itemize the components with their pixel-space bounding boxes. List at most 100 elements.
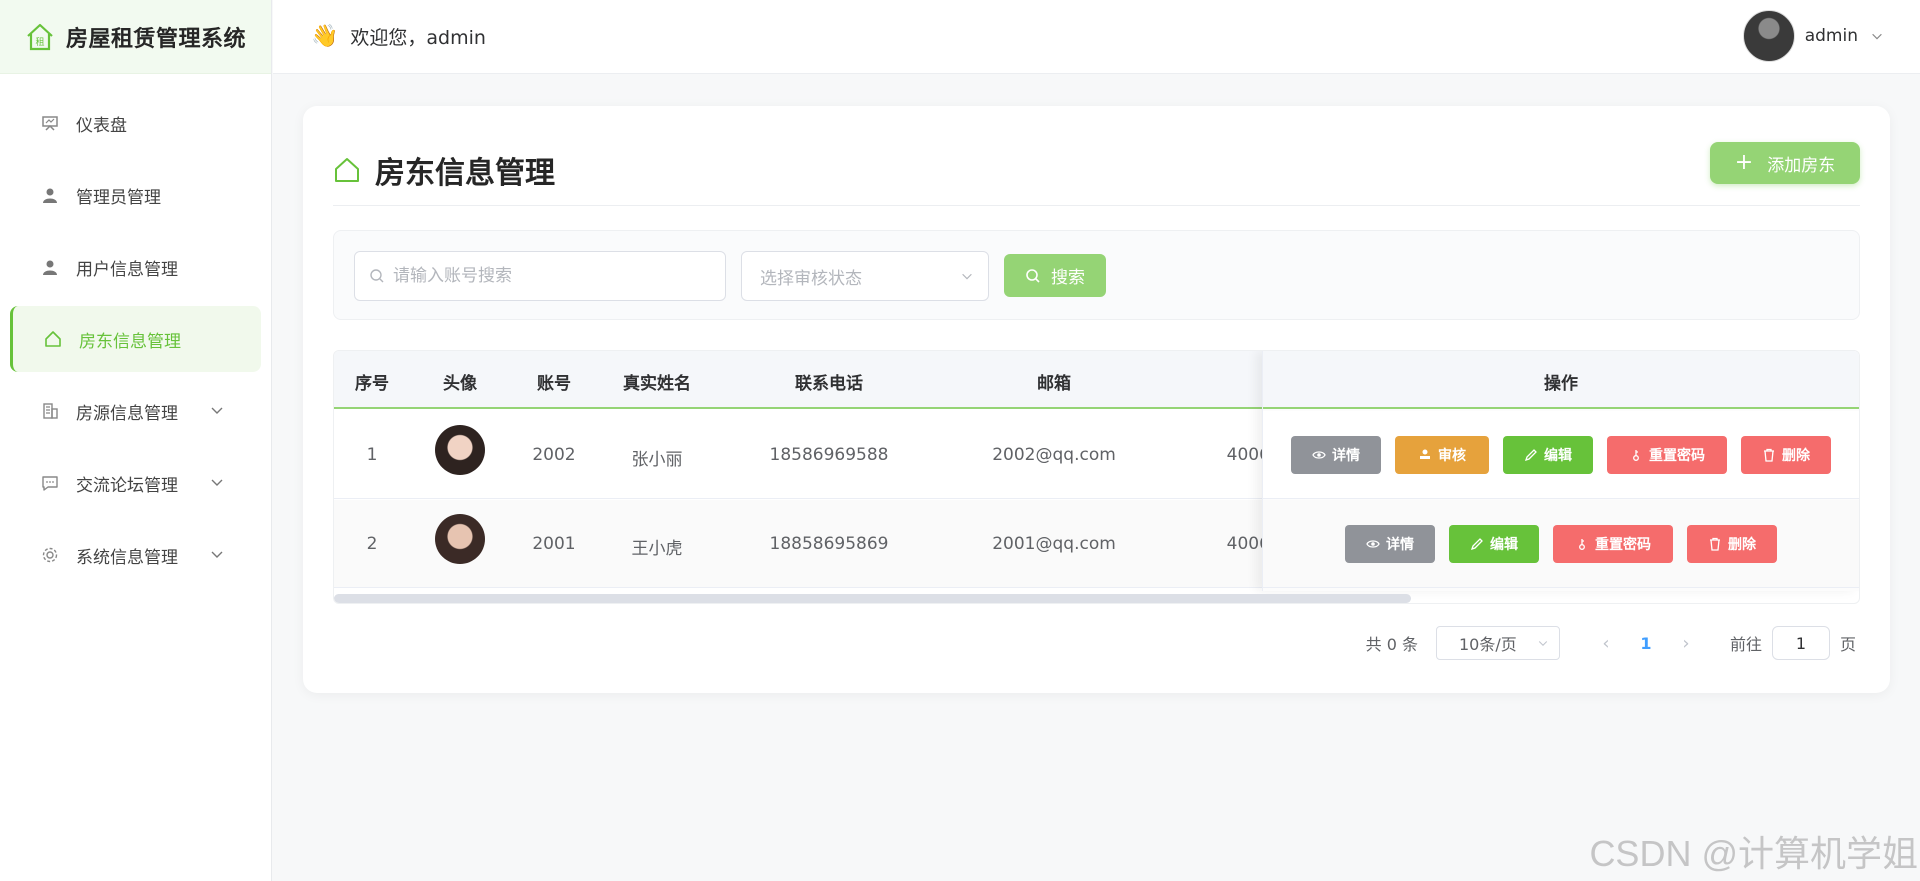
cell-name: 张小丽 [631,450,683,470]
sidebar-item-label: 房源信息管理 [76,403,178,424]
delete-label: 删除 [1782,447,1810,464]
building-icon [40,401,60,421]
sidebar-item-label: 用户信息管理 [76,259,178,280]
row-actions: 详情 审核 编辑 重置密码 删除 [1263,411,1859,499]
delete-label: 删除 [1728,536,1756,553]
horizontal-scrollbar[interactable] [334,594,1411,603]
edit-button[interactable]: 编辑 [1503,435,1593,474]
column-header: 联系电话 [795,374,863,394]
column-header: 序号 [355,374,389,394]
actions-header: 操作 [1263,351,1859,409]
avatar [435,514,485,564]
house-icon [43,329,63,349]
total-count: 共 0 条 [1365,635,1418,654]
detail-label: 详情 [1386,536,1414,553]
page-title: 房东信息管理 [375,155,555,191]
edit-button[interactable]: 编辑 [1449,524,1539,563]
delete-button[interactable]: 删除 [1741,435,1831,474]
pagination: 共 0 条 10条/页 ‹ 1 › 前往 页 [1366,626,1856,660]
goto-page-input[interactable] [1771,626,1830,660]
watermark: CSDN @计算机学姐 [1589,833,1918,874]
pencil-icon [1470,537,1484,551]
reset-password-button[interactable]: 重置密码 [1553,524,1673,563]
key-icon [1629,448,1643,462]
stamp-icon [1418,448,1432,462]
waving-hand-icon: 👋 [311,24,339,49]
cell-name: 王小虎 [631,539,683,559]
search-panel: 选择审核状态 搜索 [333,230,1860,320]
audit-status-select[interactable]: 选择审核状态 [741,251,989,301]
reset-password-button[interactable]: 重置密码 [1607,435,1727,474]
top-header: 👋 欢迎您，admin admin [273,0,1920,74]
column-header: 真实姓名 [623,374,691,394]
sidebar-item-label: 交流论坛管理 [76,475,178,496]
column-header: 头像 [443,374,477,394]
goto-prefix: 前往 [1729,635,1762,654]
detail-label: 详情 [1332,447,1360,464]
cell-account: 2001 [532,534,576,554]
chat-icon [40,473,60,493]
house-logo-icon: 租 [27,23,53,50]
column-header: 邮箱 [1037,374,1071,394]
goto-suffix: 页 [1839,635,1856,654]
delete-button[interactable]: 删除 [1687,524,1777,563]
app-title: 房屋租赁管理系统 [66,26,247,52]
sidebar-item-system[interactable]: 系统信息管理 [10,522,261,588]
welcome-text: 欢迎您，admin [350,27,486,49]
user-menu[interactable]: admin [1742,10,1884,62]
sidebar-item-admin[interactable]: 管理员管理 [10,162,261,228]
account-search-box[interactable] [354,251,726,301]
eye-icon [1312,448,1326,462]
trash-icon [1762,448,1776,462]
detail-button[interactable]: 详情 [1345,524,1435,563]
plus-icon: + [1734,150,1754,175]
search-icon [1025,268,1041,284]
landlord-management-card: 房东信息管理 + 添加房东 选择审核状态 搜索 序号 头像 账号 真实姓名 联系… [303,106,1890,693]
sidebar-item-forum[interactable]: 交流论坛管理 [10,450,261,516]
eye-icon [1366,537,1380,551]
pencil-icon [1524,448,1538,462]
audit-button[interactable]: 审核 [1395,435,1489,474]
column-header: 账号 [537,374,571,394]
sidebar-item-label: 仪表盘 [76,115,127,136]
user-icon [40,185,60,205]
landlord-table: 序号 头像 账号 真实姓名 联系电话 邮箱 身份 1 2002 张小丽 1858… [333,350,1860,604]
app-logo-area[interactable]: 租 房屋租赁管理系统 [0,0,271,74]
sidebar-item-users[interactable]: 用户信息管理 [10,234,261,300]
prev-page-button[interactable]: ‹ [1590,633,1622,654]
page-size-value: 10条/页 [1458,635,1517,654]
search-button[interactable]: 搜索 [1004,254,1106,297]
chevron-down-icon [962,273,972,280]
sidebar-item-label: 系统信息管理 [76,547,178,568]
reset-password-label: 重置密码 [1595,536,1651,553]
cell-index: 1 [366,445,378,465]
actions-column: 操作 详情 审核 编辑 重置密码 删除 详情 编辑 重置密码 删除 [1262,351,1859,591]
username-label: admin [1804,26,1858,46]
dashboard-icon [40,113,60,133]
edit-label: 编辑 [1490,536,1518,553]
sidebar-item-dashboard[interactable]: 仪表盘 [10,90,261,156]
avatar [435,425,485,475]
sidebar-item-label: 管理员管理 [76,187,161,208]
add-landlord-label: 添加房东 [1767,155,1836,176]
sidebar: 租 房屋租赁管理系统 仪表盘 管理员管理 用户信息管理 房东信息管理 房源信息管… [0,0,272,881]
chevron-down-icon [1538,641,1548,646]
detail-button[interactable]: 详情 [1291,435,1381,474]
chevron-down-icon [211,407,223,414]
avatar[interactable] [1742,10,1795,62]
sidebar-menu: 仪表盘 管理员管理 用户信息管理 房东信息管理 房源信息管理 交流论坛管理 系统… [0,74,271,588]
house-icon [335,157,359,182]
page-number-current[interactable]: 1 [1622,634,1670,653]
add-landlord-button[interactable]: + 添加房东 [1710,142,1860,184]
page-size-select[interactable]: 10条/页 [1435,626,1560,660]
row-actions: 详情 编辑 重置密码 删除 [1263,500,1859,588]
cell-phone: 18586969588 [769,445,889,465]
next-page-button[interactable]: › [1670,633,1702,654]
sidebar-item-properties[interactable]: 房源信息管理 [10,378,261,444]
account-search-input[interactable] [393,266,725,286]
user-icon [40,257,60,277]
chevron-down-icon [211,479,223,486]
sidebar-item-landlords[interactable]: 房东信息管理 [10,306,261,372]
svg-text:租: 租 [35,37,44,48]
edit-label: 编辑 [1544,447,1572,464]
